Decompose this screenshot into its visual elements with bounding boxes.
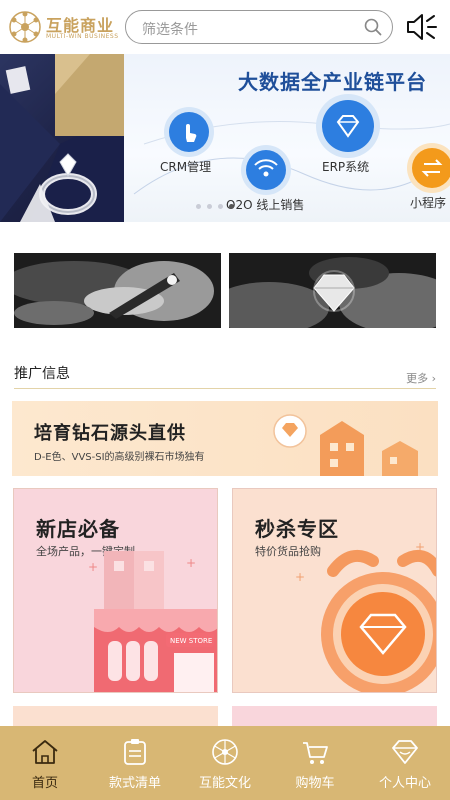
app-header: 互能商业 MULTI-WIN BUSINESS 筛选条件 xyxy=(0,0,450,54)
erp-circle xyxy=(322,100,374,152)
banner-item-crm: CRM管理 xyxy=(160,160,212,174)
bottom-nav: 首页 款式清单 互能文化 购物车 个人中心 xyxy=(0,726,450,800)
carousel-dots xyxy=(196,204,256,212)
speaker-icon[interactable] xyxy=(404,9,440,45)
promo-banner[interactable]: 培育钻石源头直供 D-E色、VVS-SI的高级别裸石市场独有 xyxy=(12,401,438,476)
search-placeholder: 筛选条件 xyxy=(142,22,198,38)
promo-subtitle: D-E色、VVS-SI的高级别裸石市场独有 xyxy=(34,452,205,463)
section-title: 推广信息 xyxy=(14,366,70,382)
wifi-icon xyxy=(254,159,278,177)
photo-diamond-tile[interactable] xyxy=(229,253,436,328)
card-flash-sale[interactable]: 秒杀专区 特价货品抢购 + + xyxy=(232,488,437,693)
nav-label: 款式清单 xyxy=(108,776,161,791)
carousel-dot[interactable] xyxy=(218,204,223,209)
banner-item-erp: ERP系统 xyxy=(322,160,370,174)
logo-icon xyxy=(9,11,41,43)
svg-text:+: + xyxy=(186,556,196,570)
cart-icon xyxy=(303,742,328,764)
nav-item-profile[interactable]: 个人中心 xyxy=(360,726,450,800)
ring-banner-image xyxy=(0,54,124,222)
o2o-circle xyxy=(246,150,286,190)
diamond-photo xyxy=(229,253,436,328)
carousel-dot[interactable] xyxy=(207,204,212,209)
promo-title: 培育钻石源头直供 xyxy=(34,423,186,444)
more-link[interactable]: 更多 › xyxy=(406,370,436,386)
nav-label: 互能文化 xyxy=(198,776,251,791)
svg-text:+: + xyxy=(88,560,98,574)
swap-icon xyxy=(421,159,443,177)
svg-text:+: + xyxy=(295,570,305,584)
nav-label: 首页 xyxy=(31,776,58,791)
banner-geometry xyxy=(0,54,124,222)
network-icon xyxy=(212,739,238,765)
alarm-clock-illustration: + + xyxy=(295,540,436,692)
nav-item-catalog[interactable]: 款式清单 xyxy=(90,726,180,800)
nav-item-cart[interactable]: 购物车 xyxy=(270,726,360,800)
promo-illustration xyxy=(273,414,418,476)
card-new-store[interactable]: 新店必备 全场产品，一键定制 + + NEW STORE xyxy=(13,488,218,693)
nav-item-culture[interactable]: 互能文化 xyxy=(180,726,270,800)
diamond-icon xyxy=(336,115,360,138)
store-illustration: + + NEW STORE xyxy=(88,551,217,692)
hand-tap-icon xyxy=(186,124,197,142)
search-input[interactable]: 筛选条件 xyxy=(125,10,393,44)
nav-item-home[interactable]: 首页 xyxy=(0,726,90,800)
carousel-dot[interactable] xyxy=(196,204,201,209)
logo-subtitle: MULTI-WIN BUSINESS xyxy=(46,33,119,40)
banner-carousel[interactable]: 大数据全产业链平台 CRM管理 O2O 线上销售 ERP系统 小程序 xyxy=(0,54,450,222)
miniprogram-circle xyxy=(412,148,450,188)
brand-logo[interactable]: 互能商业 MULTI-WIN BUSINESS xyxy=(8,10,126,46)
new-store-badge: NEW STORE xyxy=(170,637,212,645)
crm-circle xyxy=(169,112,209,152)
section-divider xyxy=(14,388,436,389)
card-title: 新店必备 xyxy=(36,517,120,541)
search-icon[interactable] xyxy=(364,18,382,36)
nav-label: 购物车 xyxy=(295,776,335,791)
diamond-user-icon xyxy=(392,740,418,764)
ring-photo xyxy=(14,253,221,328)
banner-item-miniprogram: 小程序 xyxy=(410,196,447,210)
home-icon xyxy=(32,740,58,764)
photo-ring-tile[interactable] xyxy=(14,253,221,328)
card-title: 秒杀专区 xyxy=(255,517,339,541)
clipboard-icon xyxy=(124,739,146,765)
nav-label: 个人中心 xyxy=(378,776,431,791)
carousel-dot-active[interactable] xyxy=(229,204,234,209)
